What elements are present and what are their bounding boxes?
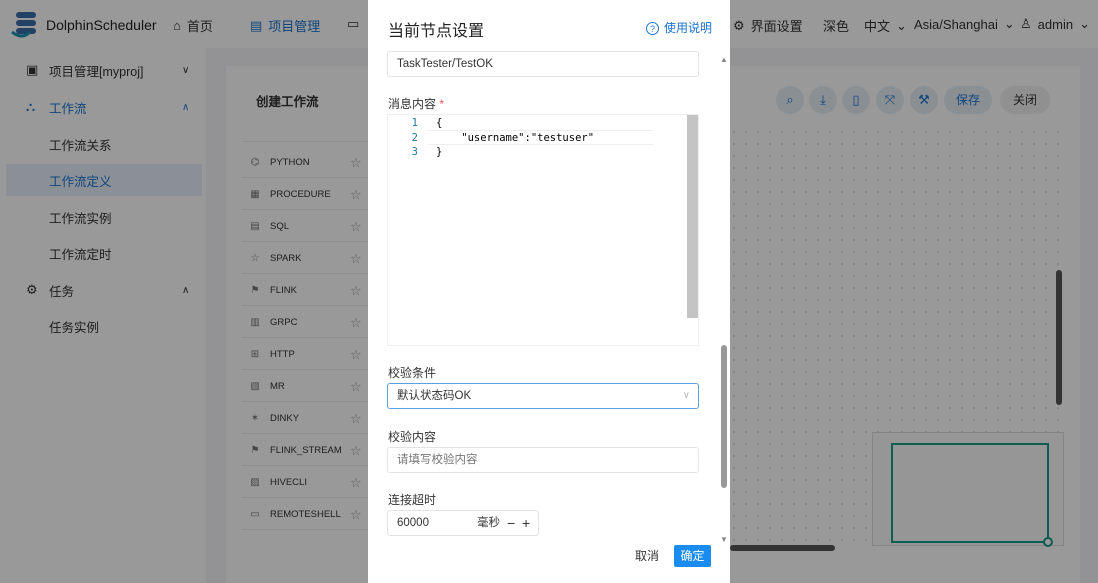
code-line: "username":"testuser": [436, 131, 595, 144]
code-line: {: [436, 117, 443, 129]
help-link[interactable]: ? 使用说明: [645, 19, 712, 36]
drawer-scrollbar[interactable]: [721, 345, 727, 488]
timeout-value: 60000: [397, 517, 429, 529]
scroll-down-icon[interactable]: ▼: [720, 535, 728, 544]
node-settings-drawer: 当前节点设置 ? 使用说明 TaskTester/TestOK 消息内容 * 1 {…: [368, 0, 730, 583]
question-icon: ?: [645, 22, 659, 35]
selected-value: 默认状态码OK: [397, 390, 472, 402]
line-number: 1: [411, 117, 418, 129]
path-input[interactable]: TaskTester/TestOK: [387, 51, 699, 77]
check-content-label: 校验内容: [388, 430, 437, 444]
label-text: 消息内容: [388, 97, 437, 111]
decrement-button[interactable]: −: [507, 511, 515, 535]
scroll-up-icon[interactable]: ▲: [720, 55, 728, 64]
check-condition-select[interactable]: 默认状态码OK ∨: [387, 383, 699, 409]
help-label: 使用说明: [663, 21, 712, 35]
editor-scrollbar[interactable]: [687, 115, 698, 318]
line-number: 3: [411, 146, 418, 158]
confirm-button[interactable]: 确定: [674, 545, 711, 567]
cancel-button[interactable]: 取消: [630, 545, 664, 567]
chevron-down-icon: ∨: [682, 390, 690, 401]
increment-button[interactable]: +: [522, 511, 530, 535]
message-label: 消息内容 *: [388, 95, 444, 112]
required-mark: *: [439, 97, 445, 111]
line-number: 2: [411, 131, 418, 144]
code-line: }: [436, 146, 443, 158]
check-condition-label: 校验条件: [388, 366, 437, 380]
check-content-input[interactable]: [387, 447, 699, 473]
timeout-label: 连接超时: [388, 493, 437, 507]
drawer-title: 当前节点设置: [388, 23, 485, 40]
timeout-unit: 毫秒: [477, 517, 500, 529]
timeout-stepper[interactable]: 60000 毫秒 − +: [387, 510, 539, 536]
message-code-editor[interactable]: 1 {2 "username":"testuser" 3}: [387, 114, 699, 346]
